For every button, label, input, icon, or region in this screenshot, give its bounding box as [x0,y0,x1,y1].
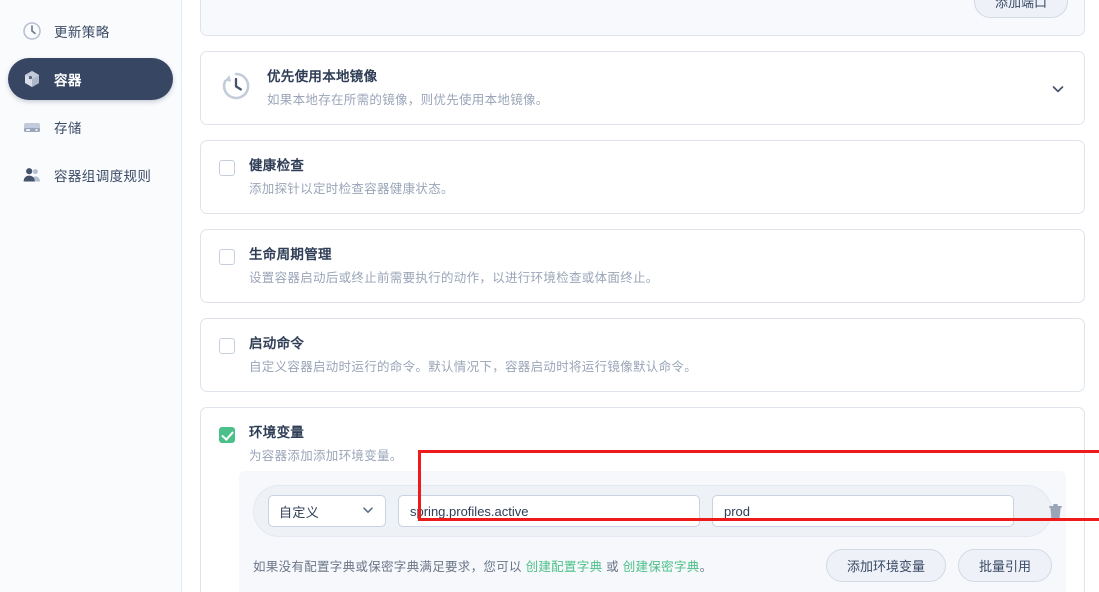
section-card-env-vars: 环境变量 为容器添加添加环境变量。 自定义 spring.profiles.ac… [200,407,1085,592]
env-var-type-value: 自定义 [279,504,320,520]
sidebar-item-update-strategy[interactable]: 更新策略 [8,10,173,52]
start-command-checkbox[interactable] [219,338,235,354]
create-secret-link[interactable]: 创建保密字典 [623,560,700,574]
ports-strip: 添加端口 [201,0,1084,35]
add-env-var-button[interactable]: 添加环境变量 [825,549,946,582]
section-text-block: 生命周期管理 设置容器启动后或终止前需要执行的动作，以进行环境检查或体面终止。 [249,246,1066,287]
sidebar: 更新策略 容器 存储 容器组调度规则 [0,0,182,592]
section-title: 健康检查 [249,158,305,173]
section-env-vars[interactable]: 环境变量 为容器添加添加环境变量。 [201,408,1084,467]
section-description: 添加探针以定时检查容器健康状态。 [249,182,454,196]
trash-icon [1048,503,1062,519]
env-vars-panel: 自定义 spring.profiles.active prod 如果没有配置字典… [239,471,1066,592]
hint-mid: 或 [602,560,623,574]
section-local-image[interactable]: 优先使用本地镜像 如果本地存在所需的镜像，则优先使用本地镜像。 [201,52,1084,124]
add-port-button[interactable]: 添加端口 [973,0,1068,18]
section-title: 生命周期管理 [249,247,332,262]
section-title: 启动命令 [249,336,305,351]
create-configmap-link[interactable]: 创建配置字典 [526,560,603,574]
section-description: 自定义容器启动时运行的命令。默认情况下，容器启动时将运行镜像默认命令。 [249,360,698,374]
section-title: 优先使用本地镜像 [267,69,378,84]
env-var-type-select[interactable]: 自定义 [268,495,386,527]
env-vars-body: 自定义 spring.profiles.active prod 如果没有配置字典… [201,471,1084,592]
hint-prefix: 如果没有配置字典或保密字典满足要求，您可以 [253,560,526,574]
section-text-block: 优先使用本地镜像 如果本地存在所需的镜像，则优先使用本地镜像。 [267,68,1040,109]
env-vars-footer: 如果没有配置字典或保密字典满足要求，您可以 创建配置字典 或 创建保密字典。 添… [239,537,1066,582]
section-description: 如果本地存在所需的镜像，则优先使用本地镜像。 [267,93,549,107]
section-title: 环境变量 [249,425,305,440]
section-text-block: 启动命令 自定义容器启动时运行的命令。默认情况下，容器启动时将运行镜像默认命令。 [249,335,1066,376]
section-text-block: 健康检查 添加探针以定时检查容器健康状态。 [249,157,1066,198]
section-card-lifecycle: 生命周期管理 设置容器启动后或终止前需要执行的动作，以进行环境检查或体面终止。 [200,229,1085,303]
chevron-down-icon[interactable] [1050,81,1066,97]
section-health-check[interactable]: 健康检查 添加探针以定时检查容器健康状态。 [201,141,1084,213]
section-text-block: 环境变量 为容器添加添加环境变量。 [249,424,1066,465]
clock-icon [22,21,42,41]
section-card-local-image: 优先使用本地镜像 如果本地存在所需的镜像，则优先使用本地镜像。 [200,51,1085,125]
sidebar-item-label: 容器组调度规则 [54,169,152,184]
history-clock-icon [219,69,253,103]
sidebar-item-container[interactable]: 容器 [8,58,173,100]
sidebar-item-label: 存储 [54,121,82,136]
users-group-icon [22,165,42,185]
app-root: 更新策略 容器 存储 容器组调度规则 添加端口 优先使用本地镜像 如果本地存在所… [0,0,1099,592]
storage-drive-icon [22,117,42,137]
env-var-value-input[interactable] [712,495,1014,527]
batch-reference-button[interactable]: 批量引用 [957,549,1052,582]
ports-card: 添加端口 [200,0,1085,36]
lifecycle-checkbox[interactable] [219,249,235,265]
section-lifecycle[interactable]: 生命周期管理 设置容器启动后或终止前需要执行的动作，以进行环境检查或体面终止。 [201,230,1084,302]
env-vars-hint: 如果没有配置字典或保密字典满足要求，您可以 创建配置字典 或 创建保密字典。 [253,556,712,575]
section-card-start-command: 启动命令 自定义容器启动时运行的命令。默认情况下，容器启动时将运行镜像默认命令。 [200,318,1085,392]
container-cube-icon [22,69,42,89]
section-description: 为容器添加添加环境变量。 [249,449,403,463]
env-vars-checkbox[interactable] [219,427,235,443]
health-check-checkbox[interactable] [219,160,235,176]
sidebar-item-label: 更新策略 [54,25,110,40]
env-vars-actions: 添加环境变量 批量引用 [825,549,1052,582]
sidebar-item-label: 容器 [54,73,82,88]
section-start-command[interactable]: 启动命令 自定义容器启动时运行的命令。默认情况下，容器启动时将运行镜像默认命令。 [201,319,1084,391]
delete-env-var-button[interactable] [1040,496,1070,526]
section-description: 设置容器启动后或终止前需要执行的动作，以进行环境检查或体面终止。 [249,271,659,285]
env-var-row: 自定义 [253,485,1062,537]
chevron-down-icon [361,503,375,520]
section-card-health-check: 健康检查 添加探针以定时检查容器健康状态。 [200,140,1085,214]
sidebar-item-pod-scheduling-rules[interactable]: 容器组调度规则 [8,154,173,196]
hint-suffix: 。 [699,560,713,574]
sidebar-item-storage[interactable]: 存储 [8,106,173,148]
main-content: 添加端口 优先使用本地镜像 如果本地存在所需的镜像，则优先使用本地镜像。 健康检… [182,0,1099,592]
env-var-key-input[interactable] [398,495,700,527]
